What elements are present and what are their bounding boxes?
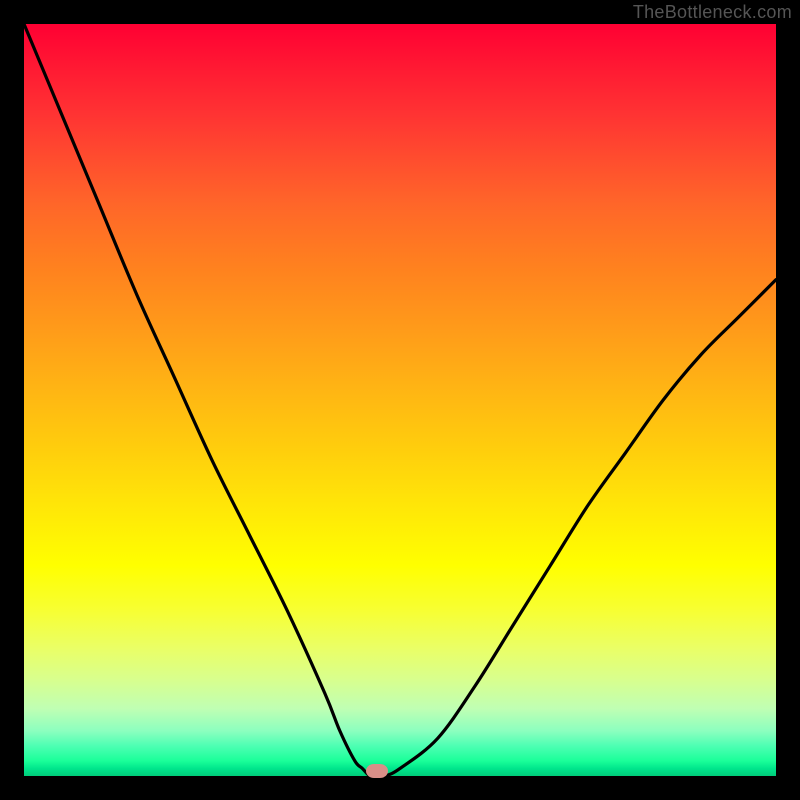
watermark-text: TheBottleneck.com: [633, 2, 792, 23]
minimum-marker: [366, 764, 388, 778]
bottleneck-curve: [24, 24, 776, 776]
chart-frame: TheBottleneck.com: [0, 0, 800, 800]
plot-area: [24, 24, 776, 776]
